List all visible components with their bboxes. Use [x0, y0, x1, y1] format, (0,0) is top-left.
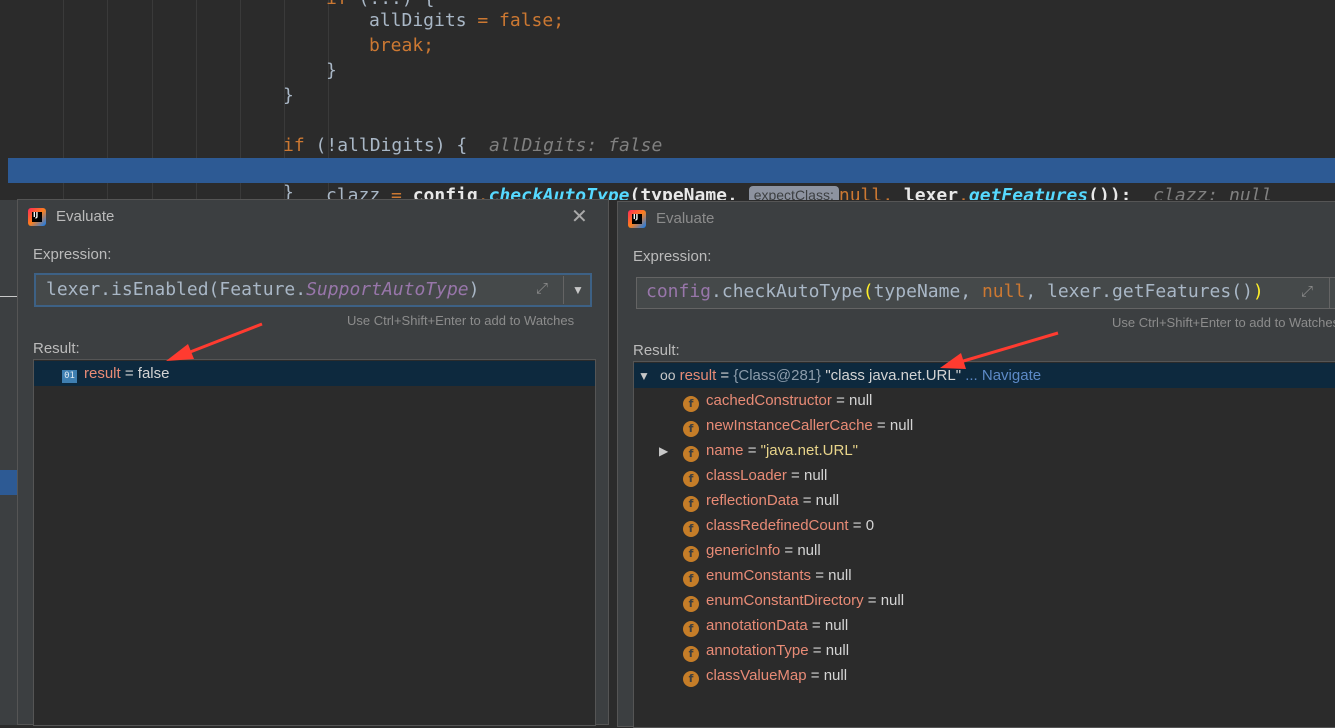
red-arrow-right	[940, 331, 1059, 369]
red-arrow-left	[166, 322, 263, 361]
annotation-arrows	[166, 322, 1059, 369]
